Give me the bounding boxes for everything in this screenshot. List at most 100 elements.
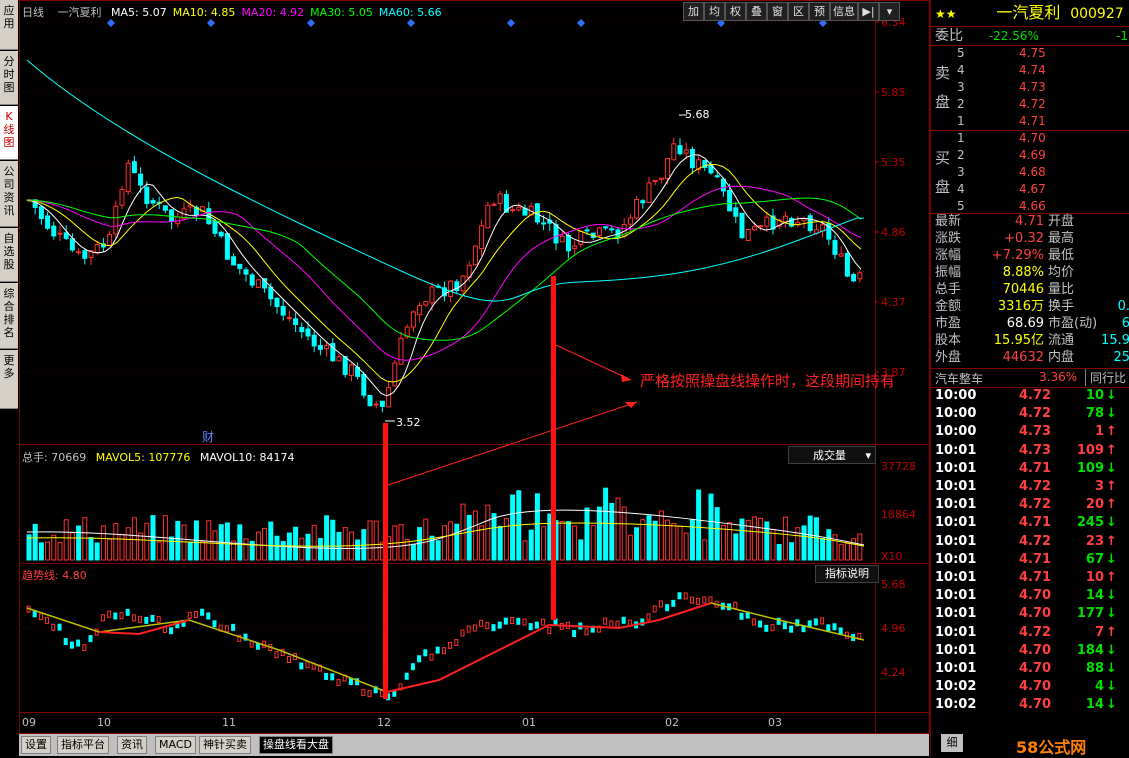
detail-button[interactable]: 细 (941, 734, 963, 752)
volume-bar (677, 525, 683, 561)
star-icon[interactable]: ★★ (935, 7, 957, 21)
bottom-tab-bar: 设置 指标平台 资讯 MACD 神针买卖 操盘线看大盘 (19, 734, 929, 756)
bottom-tab-0[interactable]: 设置 (21, 736, 51, 754)
indicator-help-button[interactable]: 指标说明 (815, 565, 879, 583)
candle-body (367, 395, 373, 407)
toolbar-button-6[interactable]: 预 (809, 2, 830, 21)
bottom-tab-3[interactable]: MACD (155, 736, 196, 754)
tick-volume: 3 (1094, 479, 1104, 494)
buy-level-row[interactable]: 4 4.67 (931, 181, 1129, 198)
volume-bar (69, 532, 75, 561)
volume-bar (317, 537, 323, 561)
bottom-tab-5[interactable]: 操盘线看大盘 (259, 736, 333, 754)
tick-volume: 10 (1085, 388, 1104, 403)
candle-body (801, 218, 807, 222)
sell-book: 卖盘 5 4.75 4 4.74 3 4.73 2 4.72 1 4.71 (931, 45, 1129, 132)
toolbar-button-4[interactable]: 窗 (767, 2, 788, 21)
indicator-candle (534, 621, 539, 629)
candle-body (448, 280, 454, 297)
candle-body (671, 143, 677, 161)
sector-name: 汽车整车 (935, 372, 984, 386)
stat-row: 金额 3316万 换手 0. (931, 298, 1129, 315)
stat-value-2: 15.9 (1101, 333, 1129, 348)
toolbar-button-5[interactable]: 区 (788, 2, 809, 21)
finance-marker[interactable]: 财 (202, 428, 214, 445)
tick-volume: 109 (1076, 460, 1104, 476)
toolbar-button-8[interactable]: ▶| (858, 2, 879, 21)
toolbar-button-9[interactable]: ▾ (879, 2, 900, 21)
tick-row: 10:01 4.72 23 ↑ (931, 533, 1129, 551)
buy-level-row[interactable]: 2 4.69 (931, 147, 1129, 164)
sector-row[interactable]: 汽车整车 3.36% 同行比 (931, 368, 1129, 388)
indicator-candle (689, 596, 694, 604)
indicator-candle (274, 651, 279, 659)
indicator-candle (584, 628, 589, 636)
volume-indicator-select[interactable]: 成交量 ▾ (788, 446, 876, 464)
volume-bar (32, 523, 38, 561)
candle-body (138, 173, 144, 186)
stat-label-2: 最低 (1048, 248, 1075, 263)
sell-level-row[interactable]: 5 4.75 (931, 45, 1129, 62)
candle-body (144, 186, 150, 204)
left-tab-1[interactable]: 分时图 (0, 51, 18, 105)
volume-bar (26, 534, 32, 561)
stat-row: 股本 15.95亿 流通 15.9 (931, 332, 1129, 349)
stat-label: 外盘 (935, 350, 962, 365)
candle-body (658, 177, 664, 180)
toolbar-button-0[interactable]: 加 (683, 2, 704, 21)
bottom-tab-2[interactable]: 资讯 (117, 736, 147, 754)
tick-volume: 14 (1085, 588, 1104, 604)
left-tab-5[interactable]: 综合排名 (0, 283, 18, 349)
volume-bar (634, 527, 640, 561)
tick-row: 10:01 4.71 245 ↓ (931, 514, 1129, 532)
tick-time: 10:00 (935, 406, 977, 422)
sell-level-row[interactable]: 2 4.72 (931, 96, 1129, 113)
tick-price: 4.71 (1019, 570, 1052, 585)
ma-label-1: MA10: 4.85 (172, 6, 236, 19)
bottom-tab-1[interactable]: 指标平台 (57, 736, 109, 754)
tick-price: 4.70 (1019, 606, 1052, 622)
volume-bar (57, 542, 63, 561)
buy-level-index: 1 (957, 131, 965, 145)
volume-bar (838, 543, 844, 561)
candle-body (218, 231, 224, 237)
buy-level-row[interactable]: 3 4.68 (931, 164, 1129, 181)
peer-compare-button[interactable]: 同行比 (1085, 369, 1126, 386)
bottom-tab-4[interactable]: 神针买卖 (199, 736, 251, 754)
sell-level-row[interactable]: 3 4.73 (931, 79, 1129, 96)
candle-body (472, 245, 478, 266)
trend-line-up (386, 602, 712, 693)
stat-label-2: 开盘 (1048, 214, 1075, 229)
sell-level-price: 4.72 (1019, 97, 1046, 111)
indicator-candle (57, 623, 62, 631)
stat-label-2: 市盈(动) (1048, 316, 1098, 331)
indicator-candle (472, 624, 477, 632)
buy-level-row[interactable]: 1 4.70 (931, 130, 1129, 147)
toolbar-button-3[interactable]: 叠 (746, 2, 767, 21)
kline-chart-area[interactable]: 6.345.855.354.864.373.873772818864X105.6… (19, 0, 930, 734)
left-tab-4[interactable]: 自选股 (0, 228, 18, 282)
price-axis-label: 4.86 (881, 226, 906, 239)
buy-level-index: 3 (957, 165, 965, 179)
toolbar-button-2[interactable]: 权 (725, 2, 746, 21)
tick-list[interactable]: 10:00 4.72 10 ↓ 10:00 4.72 78 ↓ 10:00 4.73 1 ↑ 10:01… (931, 387, 1129, 731)
left-tab-0[interactable]: 应用 (0, 0, 18, 50)
tick-volume: 184 (1076, 642, 1104, 658)
toolbar-button-1[interactable]: 均 (704, 2, 725, 21)
sell-level-row[interactable]: 4 4.74 (931, 62, 1129, 79)
indicator-candle (503, 617, 508, 625)
left-tab-3[interactable]: 公司资讯 (0, 161, 18, 227)
indicator-candle (708, 596, 713, 604)
volume-bar (714, 507, 720, 561)
x-axis-label-5: 02 (665, 716, 679, 729)
ma5-line (26, 154, 862, 397)
volume-bar (851, 538, 857, 561)
tick-time: 10:01 (935, 460, 977, 476)
left-tab-6[interactable]: 更多 (0, 350, 18, 409)
volume-axis-label: 37728 (881, 460, 916, 473)
left-tab-2[interactable]: K线图 (0, 106, 18, 160)
candle-body (57, 232, 63, 235)
sell-level-row[interactable]: 1 4.71 (931, 113, 1129, 130)
volume-bar (45, 541, 51, 561)
toolbar-button-7[interactable]: 信息 (830, 2, 858, 21)
